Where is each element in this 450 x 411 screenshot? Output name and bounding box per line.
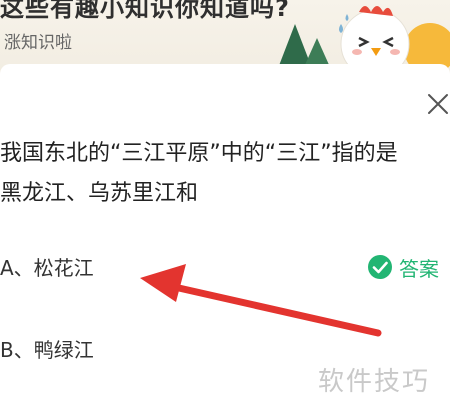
option-a[interactable]: A、松花江 答案 [0,244,450,288]
banner-subtitle: 涨知识啦 [4,33,72,53]
question-line-1: 我国东北的“三江平原”中的“三江”指的是 [0,141,398,166]
question-text: 我国东北的“三江平原”中的“三江”指的是 黑龙江、乌苏里江和 [0,134,450,214]
answer-label: 答案 [399,256,439,281]
mascot-illustration [275,6,450,74]
quiz-screen: 这些有趣小知识你知道吗? 涨知识啦 我国东北的“三江平原”中的“三江”指的是 黑… [0,0,450,411]
answer-badge: 答案 [367,252,439,282]
watermark: 软件技巧 [318,367,431,397]
quiz-banner: 这些有趣小知识你知道吗? 涨知识啦 [0,0,450,74]
close-icon[interactable] [426,92,450,116]
option-b-label: B、鸭绿江 [0,338,94,362]
question-line-2: 黑龙江、乌苏里江和 [0,181,199,206]
option-a-label: A、松花江 [0,256,94,280]
banner-title: 这些有趣小知识你知道吗? [0,0,290,22]
check-circle-icon [368,255,392,279]
